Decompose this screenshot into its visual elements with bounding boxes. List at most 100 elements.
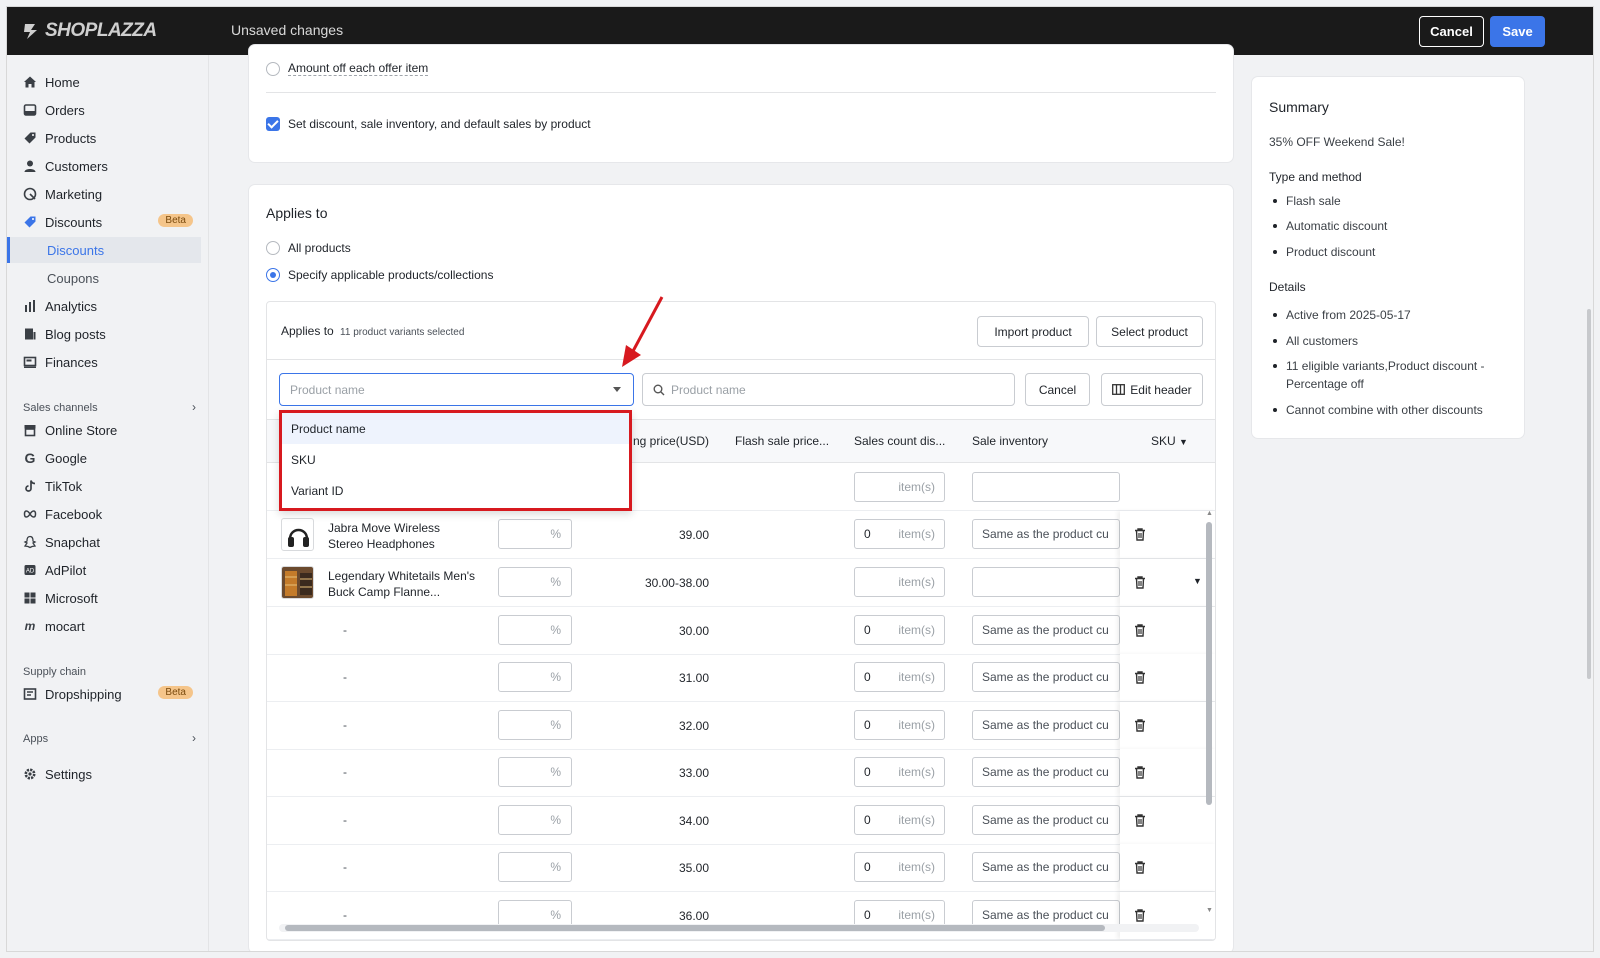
sales-count-input[interactable]: 0 item(s) [854,805,945,835]
sidebar-item-adpilot[interactable]: AD AdPilot [7,557,201,583]
sidebar-item-discounts[interactable]: Discounts Beta [7,209,201,235]
sidebar-item-blog-posts[interactable]: Blog posts [7,321,201,347]
mocart-icon: m [24,619,36,633]
sales-count-input[interactable]: item(s) [854,567,945,597]
trash-icon[interactable] [1134,909,1146,922]
sale-inventory-input[interactable]: Same as the product cu [972,757,1120,787]
divider [267,359,1215,360]
sidebar-item-products[interactable]: Products [7,125,201,151]
option-amount-off[interactable]: Amount off each offer item [266,61,429,76]
sidebar-item-tiktok[interactable]: TikTok [7,473,201,499]
discount-percent-input[interactable]: % [498,710,572,740]
page-scrollbar[interactable] [1587,309,1591,679]
sidebar-item-coupons[interactable]: Coupons [7,265,201,291]
column-price: ng price(USD) [633,434,710,448]
scroll-up-icon[interactable]: ▲ [1206,510,1213,517]
expand-caret-icon[interactable]: ▼ [1193,576,1202,586]
import-product-button[interactable]: Import product [977,316,1089,347]
option-specify-products[interactable]: Specify applicable products/collections [266,268,493,282]
original-price: 30.00 [678,624,709,638]
trash-icon[interactable] [1134,766,1146,779]
trash-icon[interactable] [1134,624,1146,637]
apps-chevron-icon[interactable]: › [192,731,196,745]
cancel-search-button[interactable]: Cancel [1025,373,1090,406]
cancel-button[interactable]: Cancel [1419,16,1484,47]
sidebar-item-settings[interactable]: Settings [7,761,201,787]
select-product-button[interactable]: Select product [1096,316,1203,347]
sidebar-item-analytics[interactable]: Analytics [7,293,201,319]
sidebar-item-dropshipping[interactable]: Dropshipping Beta [7,681,201,707]
sidebar-item-finances[interactable]: Finances [7,349,201,375]
sales-count-input[interactable]: 0 item(s) [854,519,945,549]
dropdown-option-variant-id[interactable]: Variant ID [282,475,629,506]
sale-inventory-input[interactable]: Same as the product cu [972,662,1120,692]
discount-percent-input[interactable]: % [498,615,572,645]
trash-icon[interactable] [1134,671,1146,684]
trash-icon[interactable] [1134,814,1146,827]
column-sales-count[interactable]: Sales count dis... [854,434,945,448]
selected-count: 11 product variants selected [340,327,465,338]
sale-inventory-input[interactable] [972,567,1120,597]
bulk-sales-count-input[interactable]: item(s) [854,472,945,502]
option-set-by-product[interactable]: Set discount, sale inventory, and defaul… [266,117,591,131]
sales-count-input[interactable]: 0 item(s) [854,852,945,882]
save-button[interactable]: Save [1490,16,1545,47]
applies-to-card: Applies to All products Specify applicab… [249,185,1233,951]
bulk-inventory-input[interactable] [972,472,1120,502]
filter-field-select[interactable]: Product name [279,373,634,406]
discount-percent-input[interactable]: % [498,662,572,692]
sales-count-input[interactable]: 0 item(s) [854,615,945,645]
discount-percent-input[interactable]: % [498,519,572,549]
specify-products-radio[interactable] [266,268,280,282]
sidebar-item-mocart[interactable]: m mocart [7,613,201,639]
search-input[interactable]: Product name [642,373,1015,406]
divider [266,92,1216,93]
discount-percent-input[interactable]: % [498,567,572,597]
sale-inventory-input[interactable]: Same as the product cu [972,852,1120,882]
column-flash-sale-price[interactable]: Flash sale price... [735,434,829,448]
sidebar-item-orders[interactable]: Orders [7,97,201,123]
original-price: 35.00 [678,861,709,875]
dropdown-option-product-name[interactable]: Product name [282,413,629,444]
summary-item: All customers [1269,332,1509,350]
edit-header-button[interactable]: Edit header [1101,373,1203,406]
column-sku[interactable]: SKU ▼ [1151,434,1188,448]
sale-inventory-input[interactable]: Same as the product cu [972,710,1120,740]
sidebar-item-discounts-sub[interactable]: Discounts [7,237,201,263]
trash-icon[interactable] [1134,861,1146,874]
sidebar-item-microsoft[interactable]: Microsoft [7,585,201,611]
sales-count-input[interactable]: 0 item(s) [854,662,945,692]
sale-inventory-input[interactable]: Same as the product cu [972,519,1120,549]
sidebar-item-online-store[interactable]: Online Store [7,417,201,443]
discount-percent-input[interactable]: % [498,852,572,882]
sidebar-item-customers[interactable]: Customers [7,153,201,179]
scrollbar-thumb[interactable] [1206,522,1212,805]
sales-channels-chevron-icon[interactable]: › [192,400,196,414]
discount-percent-input[interactable]: % [498,805,572,835]
dropdown-option-sku[interactable]: SKU [282,444,629,475]
sidebar-item-google[interactable]: G Google [7,445,201,471]
facebook-icon [23,507,37,521]
scrollbar-thumb[interactable] [285,925,1105,931]
sidebar-item-marketing[interactable]: Marketing [7,181,201,207]
table-vertical-scrollbar[interactable]: ▲ ▼ [1205,510,1213,930]
amount-off-radio[interactable] [266,61,280,76]
scroll-down-icon[interactable]: ▼ [1206,907,1213,914]
trash-icon[interactable] [1134,719,1146,732]
sale-inventory-input[interactable]: Same as the product cu [972,615,1120,645]
table-horizontal-scrollbar[interactable] [279,924,1199,932]
trash-icon[interactable] [1134,576,1146,589]
table-row: Jabra Move Wireless Stereo Headphones % … [267,511,1215,559]
trash-icon[interactable] [1134,528,1146,541]
sale-inventory-input[interactable]: Same as the product cu [972,805,1120,835]
option-all-products[interactable]: All products [266,241,351,255]
sidebar-item-home[interactable]: Home [7,69,201,95]
discount-percent-input[interactable]: % [498,757,572,787]
original-price: 33.00 [678,766,709,780]
sidebar-item-facebook[interactable]: Facebook [7,501,201,527]
all-products-radio[interactable] [266,241,280,255]
sidebar-item-snapchat[interactable]: Snapchat [7,529,201,555]
sales-count-input[interactable]: 0 item(s) [854,757,945,787]
set-by-product-checkbox[interactable] [266,117,280,131]
sales-count-input[interactable]: 0 item(s) [854,710,945,740]
